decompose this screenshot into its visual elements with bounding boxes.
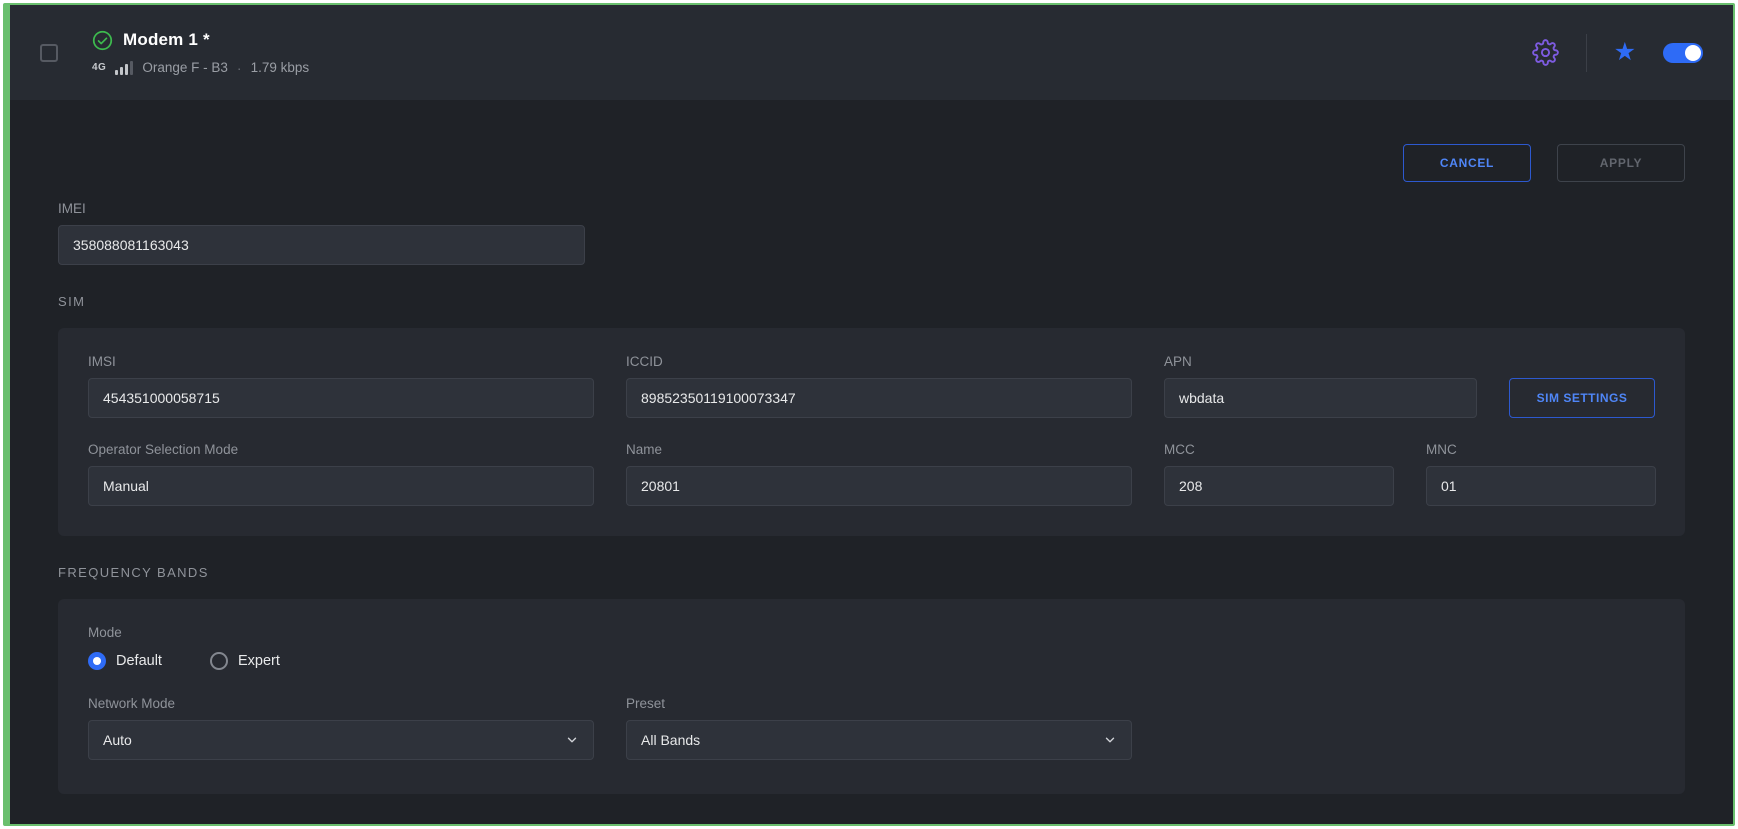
modem-title: Modem 1 *	[123, 30, 210, 50]
data-rate-label: 1.79 kbps	[251, 60, 310, 75]
header: Modem 1 * 4G Orange F - B3 · 1.79 kbps ★	[10, 5, 1733, 100]
cancel-button[interactable]: CANCEL	[1403, 144, 1531, 182]
signal-strength-icon	[115, 61, 133, 75]
operator-selection-mode-input[interactable]	[88, 466, 594, 506]
status-connected-icon	[92, 30, 113, 51]
mnc-input[interactable]	[1426, 466, 1656, 506]
operator-selection-mode-field: Operator Selection Mode	[88, 442, 594, 506]
preset-select[interactable]: All Bands	[626, 720, 1132, 760]
network-tech-label: 4G	[92, 62, 106, 73]
mode-radio-default[interactable]: Default	[88, 652, 162, 670]
mcc-label: MCC	[1164, 442, 1394, 457]
toggle-knob	[1685, 45, 1701, 61]
mode-radio-expert[interactable]: Expert	[210, 652, 280, 670]
mode-radio-expert-label: Expert	[238, 653, 280, 669]
mnc-label: MNC	[1426, 442, 1656, 457]
imei-input[interactable]	[58, 225, 585, 265]
apply-button[interactable]: APPLY	[1557, 144, 1685, 182]
network-mode-select[interactable]: Auto	[88, 720, 594, 760]
modem-select-checkbox[interactable]	[40, 44, 58, 62]
radio-selected-icon	[88, 652, 106, 670]
imei-field: IMEI	[58, 201, 585, 265]
title-row: Modem 1 *	[92, 30, 309, 51]
mode-radio-group: Default Expert	[88, 652, 1655, 670]
operator-selection-mode-label: Operator Selection Mode	[88, 442, 594, 457]
frequency-bands-panel: Mode Default Expert Network Mode	[58, 599, 1685, 794]
name-label: Name	[626, 442, 1132, 457]
iccid-field: ICCID	[626, 354, 1132, 418]
preset-label: Preset	[626, 696, 1132, 711]
modem-card: Modem 1 * 4G Orange F - B3 · 1.79 kbps ★	[3, 3, 1735, 826]
mcc-input[interactable]	[1164, 466, 1394, 506]
chevron-down-icon	[1103, 733, 1117, 747]
mode-radio-default-label: Default	[116, 653, 162, 669]
radio-unselected-icon	[210, 652, 228, 670]
iccid-input[interactable]	[626, 378, 1132, 418]
network-mode-selected-value: Auto	[103, 732, 132, 748]
chevron-down-icon	[565, 733, 579, 747]
mode-label: Mode	[88, 625, 1655, 640]
modem-settings-body: CANCEL APPLY IMEI SIM IMSI ICCID	[10, 100, 1733, 824]
apn-field: APN	[1164, 354, 1477, 418]
preset-selected-value: All Bands	[641, 732, 700, 748]
page: Modem 1 * 4G Orange F - B3 · 1.79 kbps ★	[0, 0, 1738, 829]
favorite-star-icon[interactable]: ★	[1614, 40, 1636, 65]
status-row: 4G Orange F - B3 · 1.79 kbps	[92, 60, 309, 76]
sim-panel: IMSI ICCID APN SIM SETTINGS Op	[58, 328, 1685, 536]
apn-label: APN	[1164, 354, 1477, 369]
apn-input[interactable]	[1164, 378, 1477, 418]
sim-row-2: Operator Selection Mode Name MCC MNC	[88, 442, 1655, 506]
modem-enable-toggle[interactable]	[1663, 43, 1703, 63]
frequency-bands-row: Network Mode Auto Preset All Bands	[88, 696, 1655, 760]
operator-band-label: Orange F - B3	[142, 60, 228, 75]
form-actions: CANCEL APPLY	[58, 144, 1685, 182]
separator-dot: ·	[237, 60, 242, 76]
sim-section-label: SIM	[58, 294, 1685, 309]
imei-label: IMEI	[58, 201, 585, 216]
name-input[interactable]	[626, 466, 1132, 506]
preset-field: Preset All Bands	[626, 696, 1132, 760]
header-actions: ★	[1532, 34, 1703, 72]
mnc-field: MNC	[1426, 442, 1656, 506]
imsi-input[interactable]	[88, 378, 594, 418]
settings-gear-icon[interactable]	[1532, 39, 1559, 66]
network-mode-field: Network Mode Auto	[88, 696, 594, 760]
modem-title-block: Modem 1 * 4G Orange F - B3 · 1.79 kbps	[92, 30, 309, 76]
network-mode-label: Network Mode	[88, 696, 594, 711]
sim-settings-button[interactable]: SIM SETTINGS	[1509, 378, 1655, 418]
name-field: Name	[626, 442, 1132, 506]
iccid-label: ICCID	[626, 354, 1132, 369]
header-divider	[1586, 34, 1587, 72]
mcc-field: MCC	[1164, 442, 1394, 506]
sim-row-1: IMSI ICCID APN SIM SETTINGS	[88, 354, 1655, 418]
imsi-field: IMSI	[88, 354, 594, 418]
imsi-label: IMSI	[88, 354, 594, 369]
frequency-bands-section-label: FREQUENCY BANDS	[58, 565, 1685, 580]
